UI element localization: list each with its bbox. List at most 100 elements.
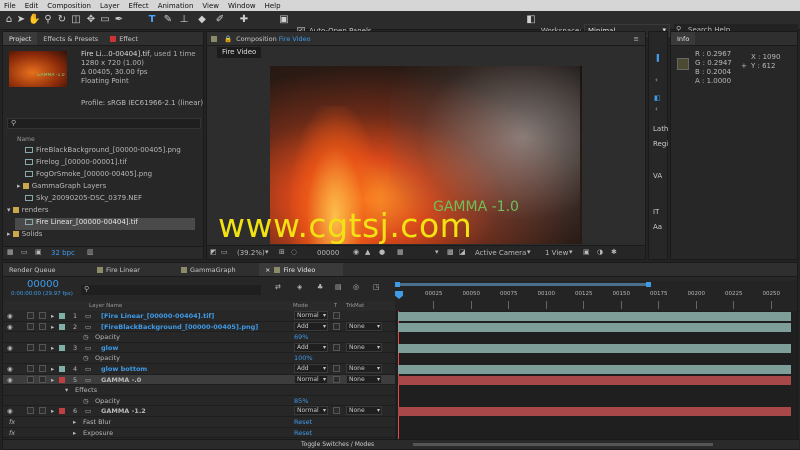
stopwatch-icon[interactable]: ◷ xyxy=(83,333,89,341)
shy-icon[interactable]: ♣ xyxy=(317,283,323,291)
stopwatch-icon[interactable]: ◷ xyxy=(83,354,89,362)
preserve-transparency-switch[interactable] xyxy=(333,407,340,415)
fast-preview-icon[interactable]: ◪ xyxy=(459,248,466,256)
work-area-end-handle[interactable] xyxy=(646,282,651,287)
layer-name[interactable]: [FireBlackBackground_[00000-00405].png] xyxy=(101,323,291,331)
trkmat-dropdown[interactable]: None ▾ xyxy=(346,321,382,331)
property-row[interactable]: ◷ Opacity 69% xyxy=(3,332,395,343)
tab-fire-linear[interactable]: Fire Linear xyxy=(91,263,175,276)
mode-dropdown[interactable]: Normal ▾ xyxy=(294,311,328,320)
mask-icon[interactable]: ◌ xyxy=(291,248,297,256)
label-color-icon[interactable] xyxy=(59,344,65,351)
stopwatch-icon[interactable]: ◷ xyxy=(83,397,89,405)
label-color-icon[interactable] xyxy=(59,408,65,415)
region-icon[interactable]: ▦ xyxy=(397,248,404,256)
layer-duration-bar[interactable] xyxy=(398,322,791,332)
menu-help[interactable]: Help xyxy=(265,2,281,10)
timeline-timecode[interactable]: 00000 xyxy=(27,279,59,290)
list-item[interactable]: FireBlackBackground_[00000-00405].png xyxy=(25,146,225,158)
solo-switch[interactable] xyxy=(27,365,34,372)
trash-icon[interactable]: ▦ xyxy=(7,248,14,256)
layer-duration-bar[interactable] xyxy=(398,375,791,385)
chevron-right-icon[interactable]: ▸ xyxy=(73,429,76,437)
property-row[interactable]: ◷ Opacity 85% xyxy=(3,396,395,407)
camera-tool-icon[interactable]: ◫ xyxy=(70,14,82,26)
property-value[interactable]: 100% xyxy=(294,354,313,362)
side-label-va[interactable]: VA xyxy=(653,172,662,180)
fx-icon[interactable]: fx xyxy=(9,418,15,426)
chevron-right-icon[interactable]: ▸ xyxy=(51,407,54,415)
comp-tab-fire-video[interactable]: Fire Video xyxy=(217,47,262,58)
graph-editor-icon[interactable]: ◳ xyxy=(373,283,380,291)
rotate-tool-icon[interactable]: ↻ xyxy=(56,14,68,26)
lock-switch[interactable] xyxy=(39,343,46,351)
tab-gammagraph[interactable]: GammaGraph xyxy=(175,263,259,276)
solo-switch[interactable] xyxy=(27,322,34,330)
channel-icon[interactable]: ● xyxy=(379,248,385,256)
layer-name[interactable]: [Fire Linear_[00000-00404].tif] xyxy=(101,312,291,320)
layer-duration-bar[interactable] xyxy=(398,407,791,417)
timeline-search-input[interactable]: ⚲ xyxy=(81,285,261,295)
home-icon[interactable]: ⌂ xyxy=(3,14,15,26)
brush-tool-icon[interactable]: ✎ xyxy=(162,14,174,26)
side-label-lath[interactable]: Lath xyxy=(653,125,668,133)
tab-effects-presets[interactable]: Effects & Presets xyxy=(37,32,104,45)
list-item-selected[interactable]: Fire Linear_[00000-00404].tif xyxy=(15,218,195,230)
snap-icon[interactable]: ▣ xyxy=(278,14,290,26)
layer-name[interactable]: glow bottom xyxy=(101,365,291,373)
zoom-tool-icon[interactable]: ⚲ xyxy=(42,14,54,26)
view-layout-dropdown[interactable]: 1 View xyxy=(545,249,568,257)
side-label-regi[interactable]: Regi xyxy=(653,140,668,148)
grid-icon[interactable]: ⊞ xyxy=(279,248,285,256)
eye-icon[interactable]: ◉ xyxy=(7,323,13,331)
solo-switch[interactable] xyxy=(27,407,34,415)
preserve-transparency-switch[interactable] xyxy=(333,312,340,319)
pan-behind-icon[interactable]: ✥ xyxy=(85,14,97,26)
side-label-aa[interactable]: Aa xyxy=(653,223,662,231)
chevron-left-icon[interactable]: ‹ xyxy=(655,76,658,84)
lock-switch[interactable] xyxy=(39,322,46,330)
clone-stamp-icon[interactable]: ⊥ xyxy=(178,14,190,26)
list-item[interactable]: FogOrSmoke_[00000-00405].png xyxy=(25,170,225,182)
lock-switch[interactable] xyxy=(39,375,46,383)
fx-icon[interactable]: fx xyxy=(9,429,15,437)
list-item[interactable]: ▸ GammaGraph Layers xyxy=(17,182,217,194)
comp-new-icon[interactable]: ▣ xyxy=(35,248,42,256)
preserve-transparency-switch[interactable] xyxy=(333,375,340,383)
pen-tool-icon[interactable]: ✒ xyxy=(113,14,125,26)
eye-icon[interactable]: ◉ xyxy=(7,344,13,352)
viewer-timecode[interactable]: 00000 xyxy=(317,249,339,257)
roto-brush-icon[interactable]: ✐ xyxy=(214,14,226,26)
label-color-icon[interactable] xyxy=(59,323,65,330)
list-item[interactable]: ▸ Solids xyxy=(7,230,207,242)
eraser-tool-icon[interactable]: ◆ xyxy=(196,14,208,26)
trkmat-dropdown[interactable]: None ▾ xyxy=(346,374,382,384)
trkmat-dropdown[interactable]: None ▾ xyxy=(346,342,382,352)
effect-row[interactable]: fx ▸ Exposure Reset xyxy=(3,428,395,439)
work-area-bar[interactable] xyxy=(395,283,649,286)
chevron-down-icon[interactable]: ▾ xyxy=(65,386,68,394)
layer-duration-bar[interactable] xyxy=(398,343,791,353)
reset-exposure-icon[interactable]: ◑ xyxy=(597,248,603,256)
menu-window[interactable]: Window xyxy=(228,2,256,10)
motion-blur-icon[interactable]: ◎ xyxy=(353,283,359,291)
eye-icon[interactable]: ◉ xyxy=(7,312,13,320)
table-row[interactable]: ◉ ▸ 6 ▭ GAMMA -1.2 Normal ▾ None ▾ xyxy=(3,406,395,417)
preserve-transparency-switch[interactable] xyxy=(333,343,340,351)
camera-dropdown[interactable]: Active Camera xyxy=(475,249,526,257)
layer-duration-bar[interactable] xyxy=(398,365,791,374)
monitor-icon[interactable]: ▭ xyxy=(221,248,228,256)
label-color-icon[interactable] xyxy=(59,366,65,372)
chevron-right-icon[interactable]: ▸ xyxy=(51,344,54,352)
property-value[interactable]: 69% xyxy=(294,333,308,341)
property-row[interactable]: ◷ Opacity 100% xyxy=(3,353,395,364)
mode-dropdown[interactable]: Add ▾ xyxy=(294,364,328,373)
label-color-icon[interactable] xyxy=(59,376,65,383)
reset-link[interactable]: Reset xyxy=(294,429,312,437)
tab-project[interactable]: Project xyxy=(3,32,38,45)
solo-switch[interactable] xyxy=(27,312,34,319)
zoom-level[interactable]: (39.2%) xyxy=(237,249,265,257)
comp-mini-flowchart-icon[interactable]: ⇄ xyxy=(275,283,281,291)
folder-new-icon[interactable]: ▭ xyxy=(21,248,28,256)
chevron-right-icon[interactable]: ▸ xyxy=(51,323,54,331)
